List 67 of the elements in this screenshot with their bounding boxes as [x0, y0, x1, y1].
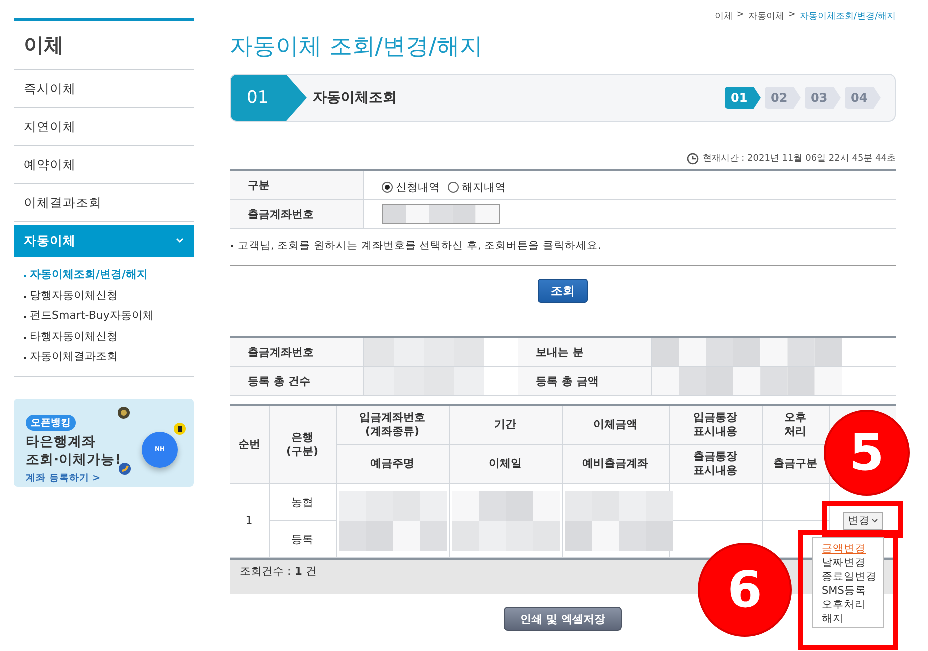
dropdown-item[interactable]: 종료일변경: [822, 570, 877, 584]
annotation-marker: 5: [824, 410, 910, 496]
step-number: 01: [231, 75, 307, 121]
column-header: 예금주명: [336, 444, 449, 484]
form-label: 구분: [230, 170, 364, 200]
step-chip: 02: [765, 87, 801, 109]
sidebar-item[interactable]: 예약이체: [14, 146, 194, 184]
sidebar-item-label: 자동이체: [24, 232, 76, 250]
column-header: 입금계좌번호 (계좌종류): [336, 405, 449, 444]
step-chip: 01: [725, 87, 761, 109]
current-time: 현재시간 : 2021년 11월 06일 22시 45분 44초: [702, 153, 896, 165]
change-select[interactable]: 변경: [842, 512, 883, 530]
column-header: 이체일: [449, 444, 562, 484]
coin-icon: [119, 462, 131, 474]
column-header: 기간: [449, 405, 562, 444]
breadcrumb-item[interactable]: 자동이체: [748, 10, 784, 23]
column-header: 오후 처리: [762, 405, 829, 444]
radio-button[interactable]: [448, 182, 459, 193]
banner-headline: 타은행계좌 조회·이체가능!: [26, 432, 122, 468]
table-cell: 농협: [269, 484, 336, 520]
submenu-link[interactable]: 타행자동이체신청: [24, 326, 118, 347]
submenu-link[interactable]: 자동이체결과조회: [24, 347, 118, 368]
column-header: 예비출금계좌: [562, 444, 669, 484]
column-header: 출금통장 표시내용: [669, 444, 762, 484]
summary-label: 등록 총 건수: [230, 366, 364, 396]
dropdown-item[interactable]: 날짜변경: [822, 556, 866, 570]
summary-label: 출금계좌번호: [230, 337, 364, 366]
coin-icon: [118, 406, 130, 418]
column-header: 출금구분: [762, 444, 829, 484]
column-header: 순번: [230, 405, 269, 484]
breadcrumb-item[interactable]: 자동이체조회/변경/해지: [800, 10, 896, 23]
page-title: 자동이체 조회/변경/해지: [230, 33, 484, 62]
summary-label: 보내는 분: [518, 337, 652, 366]
coin-icon: [174, 422, 186, 434]
step-chip: 03: [805, 87, 841, 109]
dropdown-item[interactable]: SMS등록: [822, 584, 866, 598]
search-button[interactable]: 조회: [538, 279, 588, 303]
step-chip: 04: [845, 87, 881, 109]
column-header: 이체금액: [562, 405, 669, 444]
breadcrumb-separator: >: [736, 10, 744, 22]
radio-option[interactable]: 신청내역: [382, 180, 440, 195]
dropdown-item[interactable]: 해지: [822, 612, 844, 626]
caret-icon: [872, 518, 878, 522]
breadcrumb-separator: >: [788, 10, 796, 22]
annotation-marker: 6: [698, 543, 792, 637]
notice-text: 고객님, 조회를 원하시는 계좌번호를 선택하신 후, 조회버튼을 클릭하세요.: [230, 239, 896, 266]
summary-label: 등록 총 금액: [518, 366, 652, 396]
print-excel-button[interactable]: 인쇄 및 엑셀저장: [504, 607, 622, 631]
dropdown-item[interactable]: 오후처리: [822, 598, 866, 612]
sidebar-title: 이체: [14, 18, 194, 70]
sidebar-item[interactable]: 이체결과조회: [14, 184, 194, 222]
breadcrumb-item[interactable]: 이체: [714, 10, 733, 23]
form-label: 출금계좌번호: [230, 200, 364, 228]
submenu-link[interactable]: 펀드Smart-Buy자동이체: [24, 306, 154, 326]
banner-badge: 오픈뱅킹: [26, 414, 76, 430]
submenu-link[interactable]: 당행자동이체신청: [24, 286, 118, 306]
step-label: 자동이체조회: [313, 89, 398, 107]
clock-icon: [686, 152, 699, 164]
radio-button[interactable]: [382, 182, 393, 193]
result-count: 조회건수 : 1 건: [240, 565, 317, 578]
sidebar-item[interactable]: 즉시이체: [14, 70, 194, 108]
column-header: 은행 (구분): [269, 405, 336, 484]
sidebar-item[interactable]: 지연이체: [14, 108, 194, 146]
banner-link[interactable]: 계좌 등록하기 >: [26, 472, 194, 484]
column-header: 입금통장 표시내용: [669, 405, 762, 444]
radio-option[interactable]: 해지내역: [448, 180, 506, 195]
submenu-link[interactable]: 자동이체조회/변경/해지: [24, 265, 148, 286]
